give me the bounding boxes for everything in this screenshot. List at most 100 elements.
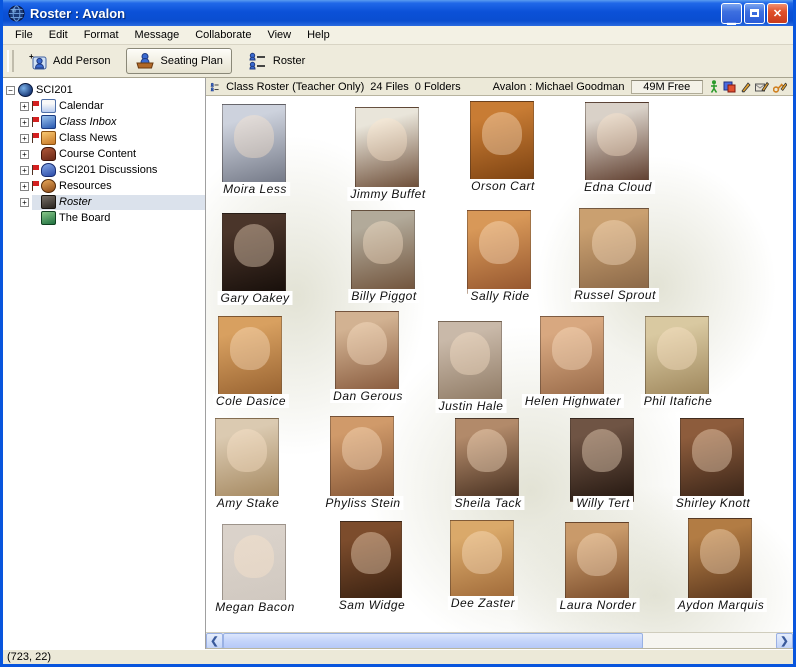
tree-item-course-content[interactable]: + Course Content	[3, 146, 205, 162]
person-icon[interactable]	[709, 80, 719, 93]
folders-count: 0 Folders	[415, 81, 461, 93]
add-person-label: Add Person	[53, 55, 110, 67]
scrollbar-thumb[interactable]	[223, 633, 643, 649]
key-icon[interactable]	[773, 81, 787, 93]
scrollbar-track[interactable]	[643, 633, 776, 649]
student-photo[interactable]	[467, 210, 531, 294]
expand-icon[interactable]: +	[20, 198, 29, 207]
student-cell[interactable]: Cole Dasice	[218, 316, 282, 400]
tree-item-class-news[interactable]: + Class News	[3, 130, 205, 146]
student-photo[interactable]	[680, 418, 744, 502]
menu-collaborate[interactable]: Collaborate	[187, 27, 259, 43]
student-photo[interactable]	[355, 107, 419, 191]
flag-icon	[32, 165, 39, 175]
student-cell[interactable]: Sam Widge	[340, 521, 402, 605]
student-cell[interactable]: Helen Highwater	[540, 316, 604, 400]
seating-plan-label: Seating Plan	[160, 55, 222, 67]
student-photo[interactable]	[570, 418, 634, 502]
tree-item-calendar[interactable]: + Calendar	[3, 98, 205, 114]
student-cell[interactable]: Phyliss Stein	[330, 416, 394, 500]
student-cell[interactable]: Phil Itafiche	[645, 316, 709, 400]
expand-icon[interactable]: +	[20, 102, 29, 111]
student-cell[interactable]: Jimmy Buffet	[355, 107, 419, 191]
student-photo[interactable]	[330, 416, 394, 500]
tree-item-the-board[interactable]: The Board	[3, 210, 205, 226]
expand-icon[interactable]: +	[20, 134, 29, 143]
student-photo[interactable]	[218, 316, 282, 400]
tree-item-class-inbox[interactable]: + Class Inbox	[3, 114, 205, 130]
student-photo[interactable]	[222, 104, 286, 188]
news-icon	[41, 131, 56, 145]
menu-edit[interactable]: Edit	[41, 27, 76, 43]
tree-item-label: Resources	[59, 180, 112, 192]
menu-message[interactable]: Message	[127, 27, 188, 43]
layers-icon[interactable]	[723, 81, 736, 93]
student-cell[interactable]: Gary Oakey	[222, 213, 286, 297]
student-photo[interactable]	[579, 208, 649, 296]
globe-icon	[18, 83, 33, 97]
student-cell[interactable]: Shirley Knott	[680, 418, 744, 502]
student-photo[interactable]	[470, 101, 534, 185]
add-person-button[interactable]: + Add Person	[20, 49, 118, 73]
student-cell[interactable]: Dee Zaster	[450, 520, 514, 604]
scroll-right-button[interactable]: ❯	[776, 633, 793, 649]
tree-item-resources[interactable]: + Resources	[3, 178, 205, 194]
student-cell[interactable]: Megan Bacon	[222, 524, 286, 608]
menu-view[interactable]: View	[259, 27, 299, 43]
student-cell[interactable]: Dan Gerous	[335, 311, 399, 395]
roster-toolbar-button[interactable]: Roster	[240, 49, 313, 73]
student-cell[interactable]: Edna Cloud	[585, 102, 649, 186]
expand-icon[interactable]: +	[20, 150, 29, 159]
student-cell[interactable]: Orson Cart	[470, 101, 534, 185]
inbox-icon	[41, 115, 56, 129]
pencil-icon[interactable]	[740, 81, 751, 93]
student-photo[interactable]	[585, 102, 649, 186]
tree-item-sci201-discussions[interactable]: + SCI201 Discussions	[3, 162, 205, 178]
menu-file[interactable]: File	[7, 27, 41, 43]
tree-item-roster[interactable]: + Roster	[3, 194, 205, 210]
student-photo[interactable]	[540, 316, 604, 400]
expand-icon[interactable]: +	[20, 166, 29, 175]
scroll-left-button[interactable]: ❮	[206, 633, 223, 649]
student-cell[interactable]: Sally Ride	[467, 210, 531, 294]
student-cell[interactable]: Billy Piggot	[351, 210, 415, 294]
student-photo[interactable]	[215, 418, 279, 502]
stamp-icon[interactable]	[755, 81, 769, 93]
student-cell[interactable]: Aydon Marquis	[688, 518, 752, 606]
student-cell[interactable]: Russel Sprout	[579, 208, 649, 296]
student-name: Sam Widge	[336, 598, 408, 612]
student-cell[interactable]: Sheila Tack	[455, 418, 519, 502]
student-photo[interactable]	[645, 316, 709, 400]
student-photo[interactable]	[335, 311, 399, 395]
menu-format[interactable]: Format	[76, 27, 127, 43]
student-photo[interactable]	[222, 524, 286, 608]
student-cell[interactable]: Amy Stake	[215, 418, 279, 502]
seating-plan-button[interactable]: Seating Plan	[126, 48, 231, 74]
student-photo[interactable]	[455, 418, 519, 502]
student-photo[interactable]	[222, 213, 286, 297]
student-photo[interactable]	[450, 520, 514, 604]
menu-help[interactable]: Help	[299, 27, 338, 43]
horizontal-scrollbar[interactable]: ❮ ❯	[206, 632, 793, 649]
student-photo[interactable]	[565, 522, 629, 606]
title-bar[interactable]: Roster : Avalon ▁ ✕	[3, 0, 793, 26]
student-photo[interactable]	[438, 321, 502, 405]
maximize-button[interactable]	[744, 3, 765, 24]
student-photo[interactable]	[351, 210, 415, 294]
expand-icon[interactable]: +	[20, 182, 29, 191]
student-name: Helen Highwater	[522, 394, 624, 408]
collapse-icon[interactable]: −	[6, 86, 15, 95]
minimize-button[interactable]: ▁	[721, 3, 742, 24]
toolbar-gripper[interactable]	[7, 50, 14, 72]
student-cell[interactable]: Willy Tert	[570, 418, 634, 502]
student-cell[interactable]: Moira Less	[222, 104, 286, 188]
student-cell[interactable]: Laura Norder	[565, 522, 629, 606]
student-name: Megan Bacon	[212, 600, 298, 614]
tree-root-sci201[interactable]: − SCI201	[3, 82, 205, 98]
close-button[interactable]: ✕	[767, 3, 788, 24]
expand-icon[interactable]: +	[20, 118, 29, 127]
student-name: Phyliss Stein	[322, 496, 403, 510]
student-photo[interactable]	[688, 518, 752, 606]
student-photo[interactable]	[340, 521, 402, 605]
student-cell[interactable]: Justin Hale	[438, 321, 502, 405]
